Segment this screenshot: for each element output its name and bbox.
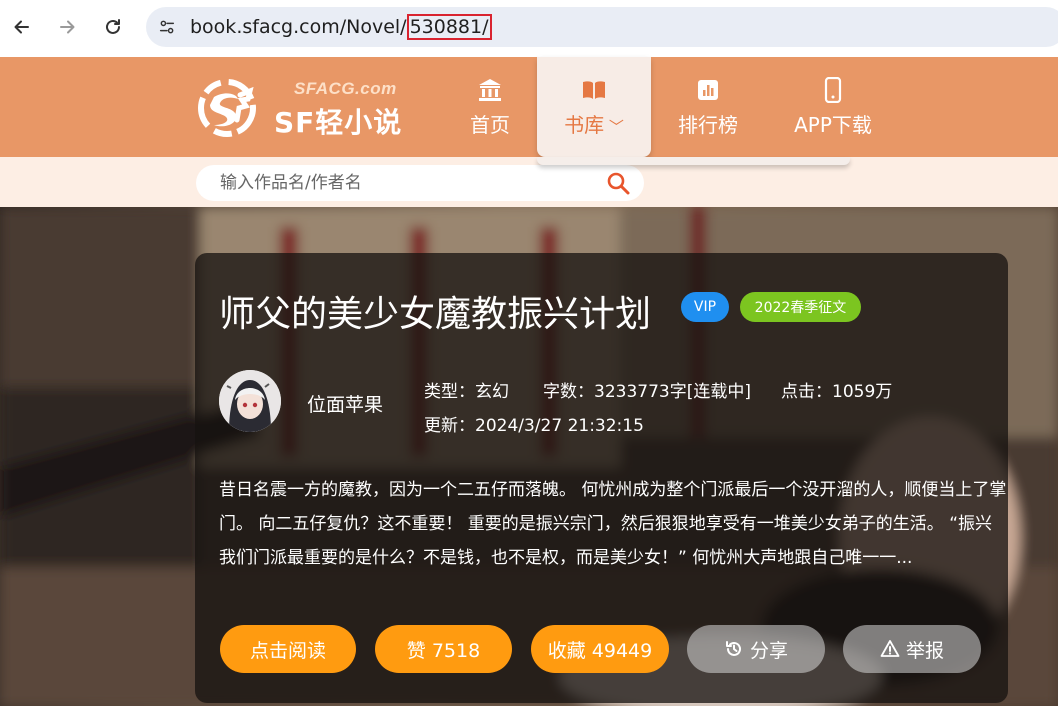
warning-icon: [880, 640, 900, 657]
book-clicks: 点击：1059万: [781, 382, 893, 402]
book-updated: 更新：2024/3/27 21:32:15: [424, 416, 644, 436]
history-icon: [725, 641, 741, 656]
book-description: 昔日名震一方的魔教，因为一个二五仔而落魄。 何忧州成为整个门派最后一个没开溜的人…: [219, 473, 1034, 575]
book-word-count: 字数：3233773字[连载中]: [543, 382, 751, 402]
nav-dropdown-shadow: [537, 157, 850, 165]
reload-icon: [106, 19, 120, 34]
nav-home-label: 首页: [470, 112, 510, 137]
book-icon: [583, 80, 605, 99]
back-arrow-icon: [14, 20, 29, 34]
search-input[interactable]: [218, 172, 602, 194]
book-info-card: 师父的美少女魔教振兴计划 VIP 2022春季征文 位面苹果 类型：玄幻 字数：…: [195, 253, 1008, 703]
favorite-button[interactable]: 收藏 49449: [531, 625, 669, 673]
like-button[interactable]: 赞 7518: [375, 625, 512, 673]
nav-app-download-label: APP下载: [794, 112, 872, 137]
search-strip: [0, 157, 1058, 207]
logo-name-text: SF轻小说: [274, 106, 403, 139]
url-text[interactable]: book.sfacg.com/Novel/530881/: [190, 14, 492, 40]
address-bar[interactable]: book.sfacg.com/Novel/530881/: [146, 7, 1058, 47]
site-info-icon[interactable]: [156, 16, 178, 38]
url-highlight: 530881/: [406, 14, 492, 40]
forward-arrow-icon: [60, 20, 75, 34]
vip-badge: VIP: [681, 292, 729, 322]
sf-logo-mark-icon: [198, 79, 256, 137]
nav-library-label: 书库 ﹀: [564, 112, 624, 137]
book-title: 师父的美少女魔教振兴计划: [219, 294, 652, 335]
read-button[interactable]: 点击阅读: [220, 625, 356, 673]
url-prefix: book.sfacg.com/Novel/: [190, 16, 407, 38]
logo-brand-text: SFACG.com: [294, 79, 397, 98]
event-badge[interactable]: 2022春季征文: [740, 292, 861, 322]
avatar-illustration: [219, 370, 281, 432]
bank-icon: [479, 78, 501, 101]
description-line: 我们门派最重要的是什么？不是钱，也不是权，而是美少女！” 何忧州大声地跟自己唯一…: [219, 548, 913, 568]
author-name[interactable]: 位面苹果: [307, 390, 383, 417]
nav-library[interactable]: 书库 ﹀: [537, 57, 651, 157]
chart-icon: [698, 79, 718, 100]
forward-button[interactable]: [52, 12, 82, 42]
description-line: 昔日名震一方的魔教，因为一个二五仔而落魄。 何忧州成为整个门派最后一个没开溜的人…: [219, 480, 1007, 500]
nav-home[interactable]: 首页: [455, 57, 525, 157]
phone-icon: [824, 76, 842, 103]
nav-app-download[interactable]: APP下载: [786, 57, 880, 157]
chevron-down-icon: ﹀: [604, 117, 624, 136]
search-icon[interactable]: [606, 171, 630, 195]
book-type: 类型：玄幻: [424, 382, 509, 402]
site-header: SFACG.com SF轻小说 首页 书库 ﹀ 排行榜 APP下载: [0, 57, 1058, 157]
nav-ranking-label: 排行榜: [678, 112, 738, 137]
share-label: 分享: [749, 639, 788, 662]
report-button[interactable]: 举报: [843, 625, 981, 673]
description-line: 门。 向二五仔复仇？这不重要！ 重要的是振兴宗门，然后狠狠地享受有一堆美少女弟子…: [219, 514, 993, 534]
author-avatar[interactable]: [219, 370, 281, 432]
search-box[interactable]: [196, 165, 644, 201]
site-logo[interactable]: SFACG.com SF轻小说: [190, 71, 415, 143]
share-button[interactable]: 分享: [687, 625, 825, 673]
reload-button[interactable]: [98, 12, 128, 42]
report-label: 举报: [905, 639, 944, 662]
browser-toolbar: book.sfacg.com/Novel/530881/: [0, 0, 1058, 56]
back-button[interactable]: [7, 12, 37, 42]
nav-ranking[interactable]: 排行榜: [670, 57, 746, 157]
